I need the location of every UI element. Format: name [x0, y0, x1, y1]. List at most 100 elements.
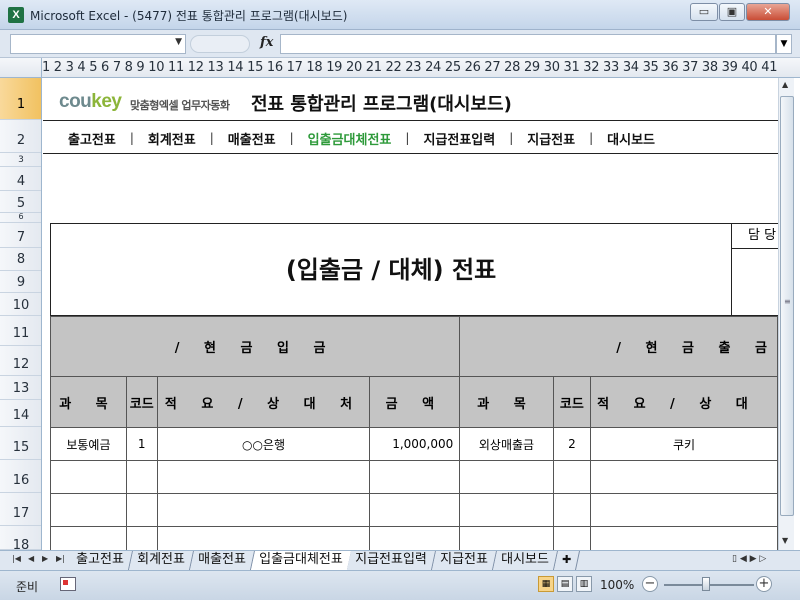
row-number[interactable]: 6 — [0, 213, 41, 223]
cell-code-right[interactable] — [552, 526, 592, 550]
select-all-button[interactable] — [0, 58, 42, 78]
cell-summary-right[interactable] — [590, 526, 778, 550]
sheet-tab[interactable]: 회계전표 — [128, 551, 194, 570]
divider — [43, 153, 778, 154]
row-number[interactable]: 11 — [0, 316, 41, 346]
column-numbers[interactable]: 1 2 3 4 5 6 7 8 9 10 11 12 13 14 15 16 1… — [42, 58, 778, 78]
cell-summary[interactable]: ○○은행 — [156, 427, 371, 461]
row-number[interactable]: 4 — [0, 167, 41, 191]
nav-separator: | — [209, 131, 214, 145]
cell-subject-right[interactable]: 외상매출금 — [459, 427, 554, 461]
sheet-tab-bar: |◀ ◀ ▶ ▶| 출고전표 회계전표 매출전표 입출금대체전표 지급전표입력 … — [0, 550, 800, 570]
insert-function-icon[interactable]: fx — [260, 35, 273, 50]
row-number[interactable]: 10 — [0, 293, 41, 316]
cell-subject-right[interactable] — [459, 526, 554, 550]
cell-summary-right[interactable] — [590, 460, 778, 494]
sheet-tab-label: 대시보드 — [500, 552, 549, 567]
row-number[interactable]: 15 — [0, 427, 41, 460]
zoom-in-icon[interactable]: + — [756, 576, 772, 592]
scroll-up-icon[interactable]: ▲ — [782, 80, 788, 89]
nav-item-payment-input[interactable]: 지급전표입력 — [423, 129, 495, 148]
chevron-down-icon[interactable]: ▼ — [175, 37, 182, 47]
first-sheet-icon[interactable]: |◀ — [12, 554, 21, 563]
nav-separator: | — [129, 131, 134, 145]
last-sheet-icon[interactable]: ▶| — [56, 554, 65, 563]
sheet-tab[interactable]: 대시보드 — [492, 551, 558, 570]
cell-summary-right[interactable]: 쿠키 — [590, 427, 778, 461]
cell-subject[interactable] — [50, 493, 127, 527]
expand-formula-icon[interactable]: ▼ — [776, 34, 792, 54]
excel-icon[interactable]: X — [8, 7, 24, 23]
cell-amount[interactable] — [369, 526, 461, 550]
cell-code-right[interactable] — [552, 493, 592, 527]
row-number[interactable]: 2 — [0, 120, 41, 153]
cell-code[interactable] — [125, 460, 158, 494]
page-layout-icon[interactable]: ▤ — [557, 576, 573, 592]
nav-item-cash-transfer[interactable]: 입출금대체전표 — [308, 129, 392, 148]
row-number[interactable]: 12 — [0, 346, 41, 376]
worksheet[interactable]: coukey 맞춤형엑셀 업무자동화 전표 통합관리 프로그램(대시보드) 출고… — [43, 78, 778, 550]
row-number[interactable]: 1 — [0, 78, 41, 120]
row-number[interactable]: 13 — [0, 376, 41, 400]
sheet-tab-active[interactable]: 입출금대체전표 — [250, 551, 352, 570]
record-macro-icon[interactable] — [60, 577, 76, 591]
nav-item-sales[interactable]: 매출전표 — [228, 129, 276, 148]
nav-item-payment[interactable]: 지급전표 — [527, 129, 575, 148]
row-number[interactable]: 18 — [0, 526, 41, 550]
cell-subject-right[interactable] — [459, 493, 554, 527]
cell-summary-right[interactable] — [590, 493, 778, 527]
cancel-enter-buttons[interactable] — [190, 35, 250, 53]
nav-item-outbound[interactable]: 출고전표 — [68, 129, 116, 148]
cell-code[interactable]: 1 — [125, 427, 158, 461]
cell-amount[interactable] — [369, 493, 461, 527]
sheet-tab[interactable]: 매출전표 — [189, 551, 255, 570]
cell-code-right[interactable] — [552, 460, 592, 494]
cell-summary[interactable] — [156, 493, 371, 527]
vertical-scrollbar[interactable]: ▲ ≡ ▼ — [778, 78, 794, 550]
sheet-tab-label: 입출금대체전표 — [258, 552, 343, 567]
row-number[interactable]: 9 — [0, 271, 41, 293]
cell-subject-right[interactable] — [459, 460, 554, 494]
nav-item-accounting[interactable]: 회계전표 — [148, 129, 196, 148]
row-number[interactable]: 16 — [0, 460, 41, 493]
sheet-tab[interactable]: 지급전표입력 — [347, 551, 437, 570]
scroll-thumb[interactable]: ≡ — [780, 96, 794, 516]
cell-subject[interactable]: 보통예금 — [50, 427, 127, 461]
minimize-button[interactable]: ▭ — [690, 3, 718, 21]
col-amount: 금 액 — [369, 376, 461, 428]
horizontal-scrollbar[interactable]: ▯ ◀ ▶ ▷ — [732, 554, 792, 568]
zoom-out-icon[interactable]: − — [642, 576, 658, 592]
row-number[interactable]: 14 — [0, 400, 41, 427]
zoom-slider-thumb[interactable] — [702, 577, 710, 591]
close-button[interactable]: ✕ — [746, 3, 790, 21]
cell-summary[interactable] — [156, 460, 371, 494]
col-summary: 적 요 / 상 대 처 — [156, 376, 371, 428]
prev-sheet-icon[interactable]: ◀ — [28, 554, 34, 563]
cell-code[interactable] — [125, 526, 158, 550]
cell-amount[interactable] — [369, 460, 461, 494]
insert-sheet-icon[interactable]: ✚ — [553, 551, 580, 570]
zoom-level[interactable]: 100% — [600, 578, 634, 592]
row-number[interactable]: 5 — [0, 191, 41, 213]
name-box[interactable]: ▼ — [10, 34, 186, 54]
normal-view-icon[interactable]: ▦ — [538, 576, 554, 592]
row-number[interactable]: 17 — [0, 493, 41, 526]
sheet-tab[interactable]: 지급전표 — [432, 551, 497, 570]
cell-subject[interactable] — [50, 526, 127, 550]
scroll-down-icon[interactable]: ▼ — [782, 536, 788, 545]
nav-item-dashboard[interactable]: 대시보드 — [607, 129, 655, 148]
cell-summary[interactable] — [156, 526, 371, 550]
formula-input[interactable] — [280, 34, 776, 54]
sheet-tab[interactable]: 출고전표 — [67, 551, 133, 570]
next-sheet-icon[interactable]: ▶ — [42, 554, 48, 563]
voucher-table: / 현 금 입 금 / 현 금 출 금 과 목 코드 적 요 / 상 대 처 금… — [49, 316, 778, 550]
row-number[interactable]: 7 — [0, 223, 41, 248]
row-number[interactable]: 8 — [0, 248, 41, 271]
cell-amount[interactable]: 1,000,000 — [369, 427, 461, 461]
row-number[interactable]: 3 — [0, 153, 41, 167]
cell-code-right[interactable]: 2 — [552, 427, 592, 461]
restore-button[interactable]: ▣ — [719, 3, 745, 21]
page-break-preview-icon[interactable]: ▥ — [576, 576, 592, 592]
cell-code[interactable] — [125, 493, 158, 527]
cell-subject[interactable] — [50, 460, 127, 494]
